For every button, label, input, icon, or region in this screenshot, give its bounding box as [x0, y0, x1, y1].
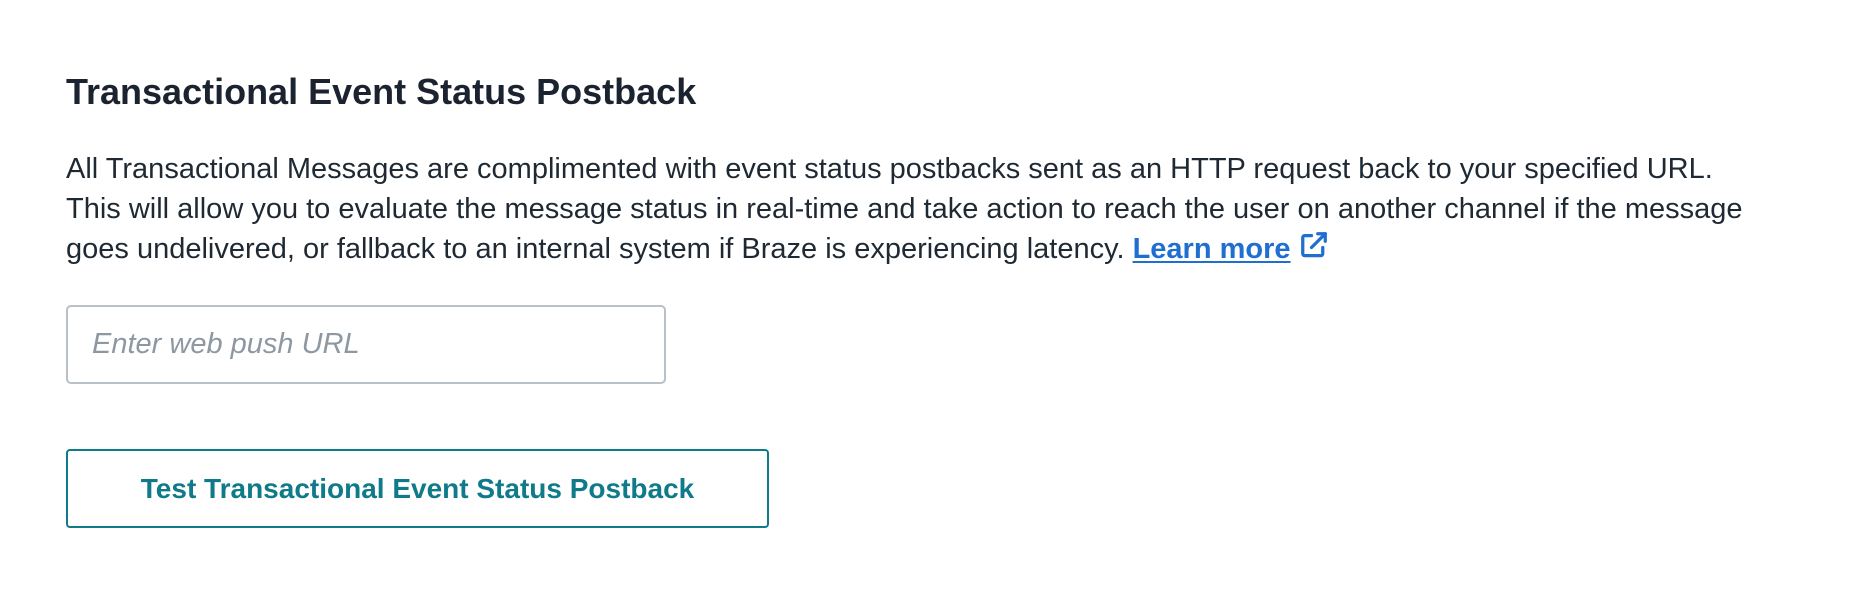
description-text: All Transactional Messages are complimen…: [66, 153, 1743, 265]
external-link-icon[interactable]: [1299, 230, 1329, 260]
test-postback-button[interactable]: Test Transactional Event Status Postback: [66, 449, 769, 528]
web-push-url-input[interactable]: [66, 305, 666, 384]
learn-more-link[interactable]: Learn more: [1133, 233, 1291, 265]
section-description: All Transactional Messages are complimen…: [66, 149, 1746, 269]
section-title: Transactional Event Status Postback: [66, 71, 697, 112]
